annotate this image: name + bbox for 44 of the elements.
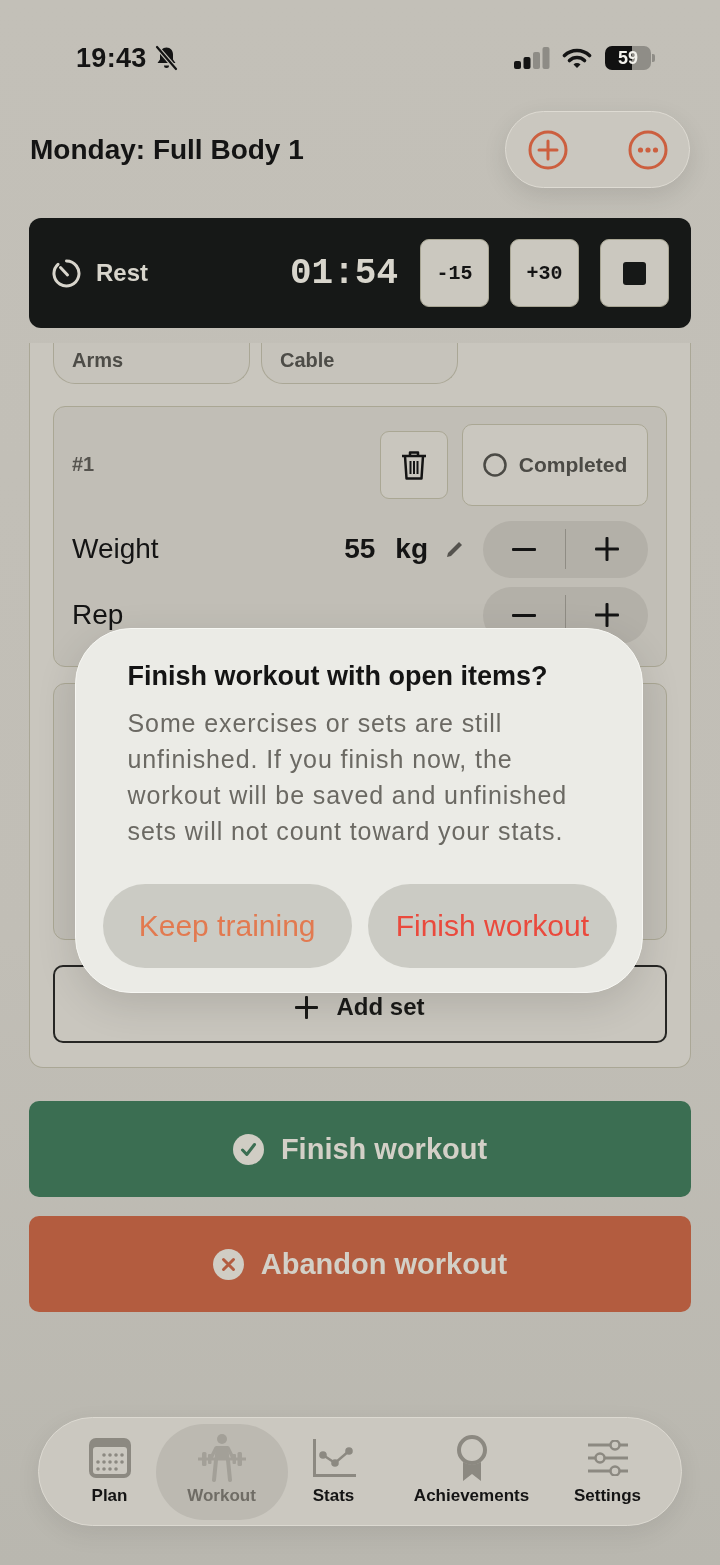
completed-toggle[interactable]: Completed <box>462 423 648 506</box>
award-ribbon-icon <box>454 1434 489 1481</box>
tag-chip: Cable <box>261 343 458 384</box>
weightlifter-icon <box>196 1433 247 1482</box>
more-icon[interactable] <box>628 129 668 170</box>
x-circle-icon <box>212 1248 244 1280</box>
field-value: 55 <box>344 532 376 566</box>
stop-button[interactable] <box>600 239 669 307</box>
check-circle-icon <box>232 1133 264 1165</box>
field-label: Rep <box>72 601 124 629</box>
plus-icon <box>595 603 620 627</box>
minus-icon <box>511 613 536 617</box>
sliders-icon <box>586 1439 629 1476</box>
trash-icon <box>401 449 427 480</box>
set-number: #1 <box>72 453 95 476</box>
minus-icon <box>511 547 536 551</box>
time-adjust-button[interactable]: -15 <box>420 239 489 307</box>
unit-label: kg <box>395 532 428 566</box>
line-chart-icon <box>311 1437 356 1478</box>
tab-item[interactable]: Stats <box>303 1423 364 1520</box>
dialog-title: Finish workout with open items? <box>127 659 549 693</box>
bell-slash-icon <box>153 45 179 71</box>
calendar-icon <box>88 1437 131 1478</box>
wifi-icon <box>562 47 592 69</box>
tab-item[interactable]: Settings <box>565 1423 650 1520</box>
rest-label: Rest <box>96 259 149 287</box>
rest-countdown: 01:54 <box>289 252 398 294</box>
stop-icon <box>623 261 646 285</box>
status-time: 19:43 <box>76 42 147 74</box>
tab-item[interactable]: Achievements <box>405 1423 538 1520</box>
pencil-icon[interactable] <box>445 539 464 559</box>
field-label: Weight <box>72 535 159 563</box>
plus-icon <box>295 995 319 1019</box>
signal-icon <box>514 47 550 69</box>
tab-item[interactable]: Plan <box>80 1423 139 1520</box>
dialog-message: Some exercises or sets are still unfinished. If you finish now, the workout will be saved and unfinished sets will not count toward your stats. <box>127 707 569 847</box>
tag-chip: Arms <box>53 343 250 384</box>
plus-icon <box>595 537 620 561</box>
time-adjust-button[interactable]: +30 <box>510 239 579 307</box>
delete-button[interactable] <box>380 430 448 499</box>
plus-circle-icon[interactable] <box>528 129 568 170</box>
workout-title: Monday: Full Body 1 <box>30 132 304 167</box>
timer-icon <box>52 258 81 288</box>
finish-button[interactable]: Finish workout <box>29 1101 691 1197</box>
